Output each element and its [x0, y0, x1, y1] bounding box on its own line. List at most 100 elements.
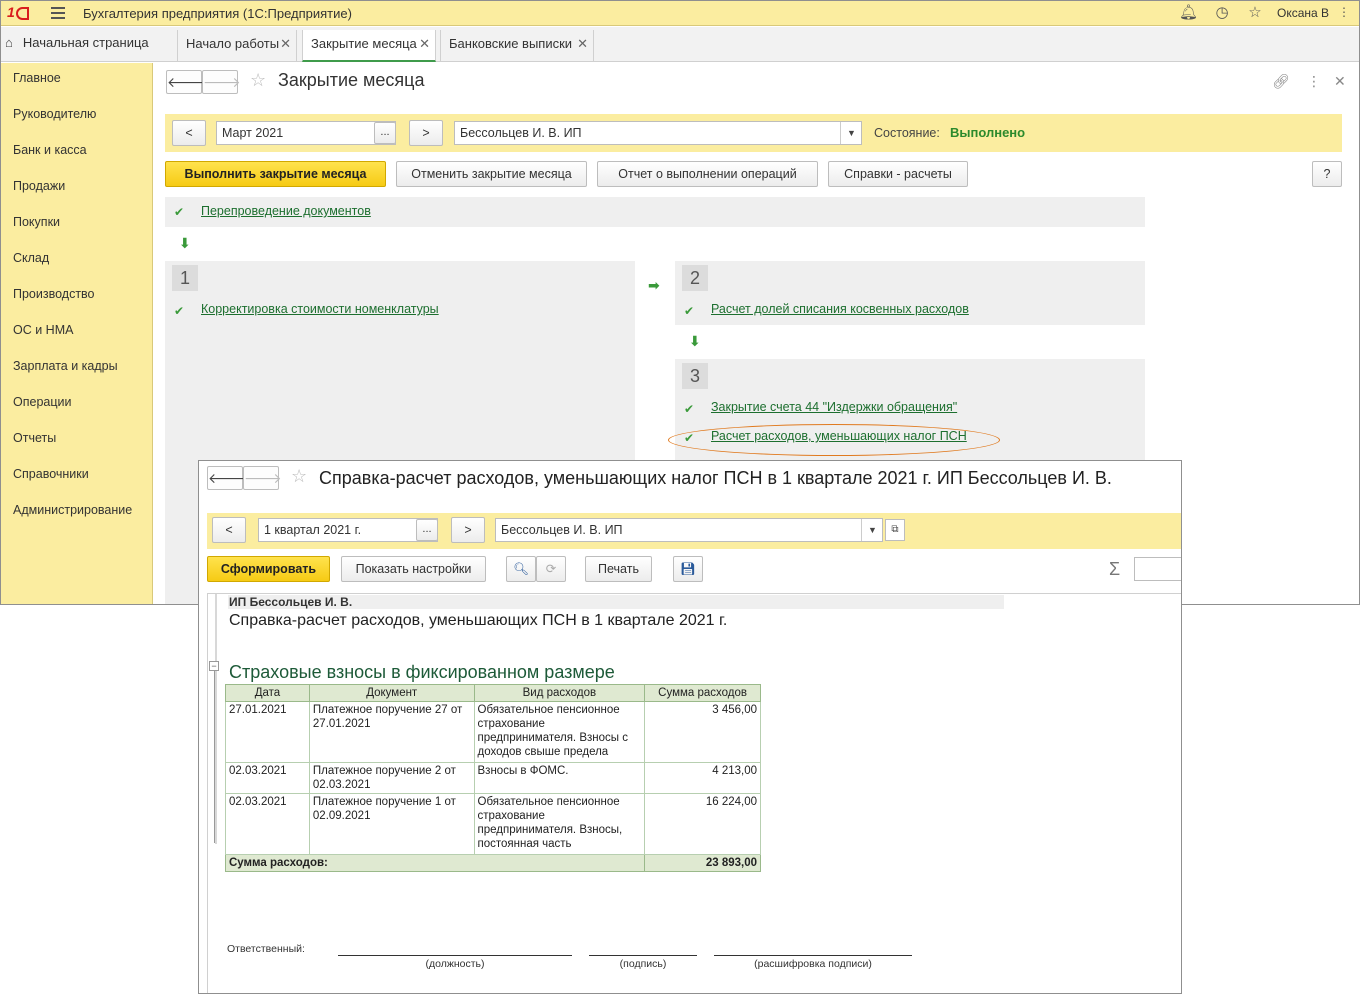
sum-field[interactable] [1134, 557, 1181, 581]
generate-button[interactable]: Сформировать [207, 556, 330, 582]
sum-icon[interactable]: Σ [1109, 559, 1120, 580]
signature-label: Ответственный: [227, 943, 305, 955]
help-button[interactable]: ? [1312, 161, 1342, 187]
tab-start[interactable]: Начало работы ✕ [177, 30, 297, 62]
period-input[interactable]: 1 квартал 2021 г. [258, 518, 438, 542]
expenses-table: Дата Документ Вид расходов Сумма расходо… [224, 684, 761, 872]
period-value: 1 квартал 2021 г. [264, 523, 362, 537]
sidebar-item-admin[interactable]: Администрирование [13, 503, 132, 517]
close-icon[interactable]: ✕ [1334, 73, 1346, 90]
bell-icon[interactable]: 🔔︎ [1179, 4, 1198, 22]
check-icon: ✔ [684, 402, 695, 416]
forward-button[interactable]: 🡒 [202, 70, 241, 94]
sidebar-item-main[interactable]: Главное [13, 71, 61, 85]
save-icon[interactable]: 💾︎ [673, 556, 703, 582]
operation-link[interactable]: Корректировка стоимости номенклатуры [201, 302, 439, 316]
chevron-down-icon[interactable]: ▼ [840, 122, 862, 144]
show-settings-button[interactable]: Показать настройки [341, 556, 486, 582]
more-icon[interactable]: ⋮ [1337, 3, 1351, 21]
tab-home[interactable]: ⌂ Начальная страница [5, 35, 149, 50]
favorite-star-icon[interactable]: ☆ [291, 466, 307, 487]
more-icon[interactable]: ⋮ [1307, 73, 1321, 90]
total-label: Сумма расходов: [224, 854, 646, 872]
operation-link[interactable]: Закрытие счета 44 "Издержки обращения" [711, 400, 957, 414]
app-title: Бухгалтерия предприятия (1С:Предприятие) [83, 6, 352, 21]
report-title: Справка-расчет расходов, уменьшающих нал… [319, 468, 1112, 488]
back-button[interactable]: 🡐 [207, 466, 246, 490]
prev-period-button[interactable]: < [212, 517, 246, 543]
sidebar: Главное Руководителю Банк и касса Продаж… [1, 63, 153, 604]
forward-button[interactable]: 🡒 [243, 466, 282, 490]
operation-link[interactable]: Расчет долей списания косвенных расходов [711, 302, 969, 316]
organization-input[interactable]: Бессольцев И. В. ИП [495, 518, 883, 542]
cell-document[interactable]: Платежное поручение 2 от 02.03.2021 [308, 762, 475, 794]
sidebar-item-purchases[interactable]: Покупки [13, 215, 60, 229]
doc-title: Справка-расчет расходов, уменьшающих ПСН… [229, 612, 728, 629]
close-icon[interactable]: ✕ [577, 30, 588, 58]
operations-report-button[interactable]: Отчет о выполнении операций [597, 161, 818, 187]
close-icon[interactable]: ✕ [280, 30, 291, 58]
sidebar-item-manager[interactable]: Руководителю [13, 107, 96, 121]
cell-kind[interactable]: Взносы в ФОМС. [473, 762, 646, 794]
operation-link[interactable]: Перепроведение документов [201, 204, 371, 218]
next-period-button[interactable]: > [409, 120, 443, 146]
sidebar-item-assets[interactable]: ОС и НМА [13, 323, 73, 337]
table-row: 02.03.2021 Платежное поручение 2 от 02.0… [225, 762, 761, 794]
signature-position-caption: (должность) [425, 958, 485, 970]
period-select-button[interactable]: ... [374, 122, 396, 144]
logo-1c-icon: 1 [7, 4, 37, 22]
sidebar-item-bank[interactable]: Банк и касса [13, 143, 87, 157]
sidebar-item-production[interactable]: Производство [13, 287, 95, 301]
run-closing-button[interactable]: Выполнить закрытие месяца [165, 161, 386, 187]
prev-period-button[interactable]: < [172, 120, 206, 146]
cell-date[interactable]: 27.01.2021 [225, 701, 310, 763]
sidebar-item-payroll[interactable]: Зарплата и кадры [13, 359, 118, 373]
total-value: 23 893,00 [644, 854, 761, 872]
open-icon[interactable]: ⧉ [885, 519, 905, 541]
search-icon[interactable]: 🔍︎ [506, 556, 536, 582]
next-period-button[interactable]: > [451, 517, 485, 543]
star-icon[interactable]: ☆ [1246, 4, 1264, 22]
step-reposting: ✔ Перепроведение документов [165, 197, 1145, 227]
close-icon[interactable]: ✕ [419, 30, 430, 58]
cell-sum[interactable]: 16 224,00 [644, 793, 761, 855]
print-button[interactable]: Печать [585, 556, 652, 582]
collapse-icon[interactable]: − [209, 661, 219, 671]
references-button[interactable]: Справки - расчеты [828, 161, 968, 187]
sidebar-item-operations[interactable]: Операции [13, 395, 71, 409]
period-input[interactable]: Март 2021 [216, 121, 396, 145]
check-icon: ✔ [174, 205, 185, 219]
period-select-button[interactable]: ... [416, 519, 438, 541]
cell-document[interactable]: Платежное поручение 1 от 02.09.2021 [308, 793, 475, 855]
tab-month-closing[interactable]: Закрытие месяца ✕ [302, 30, 436, 62]
signature-decode-line [714, 955, 912, 956]
cell-kind[interactable]: Обязательное пенсионное страхование пред… [473, 793, 646, 855]
page-title: Закрытие месяца [278, 70, 425, 90]
sidebar-item-reports[interactable]: Отчеты [13, 431, 56, 445]
cell-date[interactable]: 02.03.2021 [225, 793, 310, 855]
back-button[interactable]: 🡐 [166, 70, 205, 94]
report-window: 🡐 🡒 ☆ Справка-расчет расходов, уменьшающ… [198, 460, 1182, 994]
cell-document[interactable]: Платежное поручение 27 от 27.01.2021 [308, 701, 475, 763]
user-name[interactable]: Оксана В [1277, 6, 1329, 20]
tab-home-label: Начальная страница [22, 35, 149, 50]
menu-icon[interactable] [51, 7, 65, 19]
sidebar-item-catalogs[interactable]: Справочники [13, 467, 89, 481]
cell-sum[interactable]: 3 456,00 [644, 701, 761, 763]
organization-value: Бессольцев И. В. ИП [501, 523, 623, 537]
cell-kind[interactable]: Обязательное пенсионное страхование пред… [473, 701, 646, 763]
history-icon[interactable]: ◷ [1213, 4, 1231, 22]
favorite-star-icon[interactable]: ☆ [250, 70, 266, 91]
tab-bank-statements[interactable]: Банковские выписки ✕ [440, 30, 594, 62]
cell-sum[interactable]: 4 213,00 [644, 762, 761, 794]
sidebar-item-sales[interactable]: Продажи [13, 179, 65, 193]
cell-date[interactable]: 02.03.2021 [225, 762, 310, 794]
link-icon[interactable]: 🔗︎ [1272, 73, 1290, 90]
chevron-down-icon[interactable]: ▼ [861, 519, 883, 541]
org-header: ИП Бессольцев И. В. [229, 595, 353, 609]
sidebar-item-warehouse[interactable]: Склад [13, 251, 49, 265]
refresh-search-icon[interactable]: ⟳ [536, 556, 566, 582]
title-bar: 1 Бухгалтерия предприятия (1С:Предприяти… [1, 1, 1359, 26]
cancel-closing-button[interactable]: Отменить закрытие месяца [396, 161, 587, 187]
organization-input[interactable]: Бессольцев И. В. ИП [454, 121, 862, 145]
